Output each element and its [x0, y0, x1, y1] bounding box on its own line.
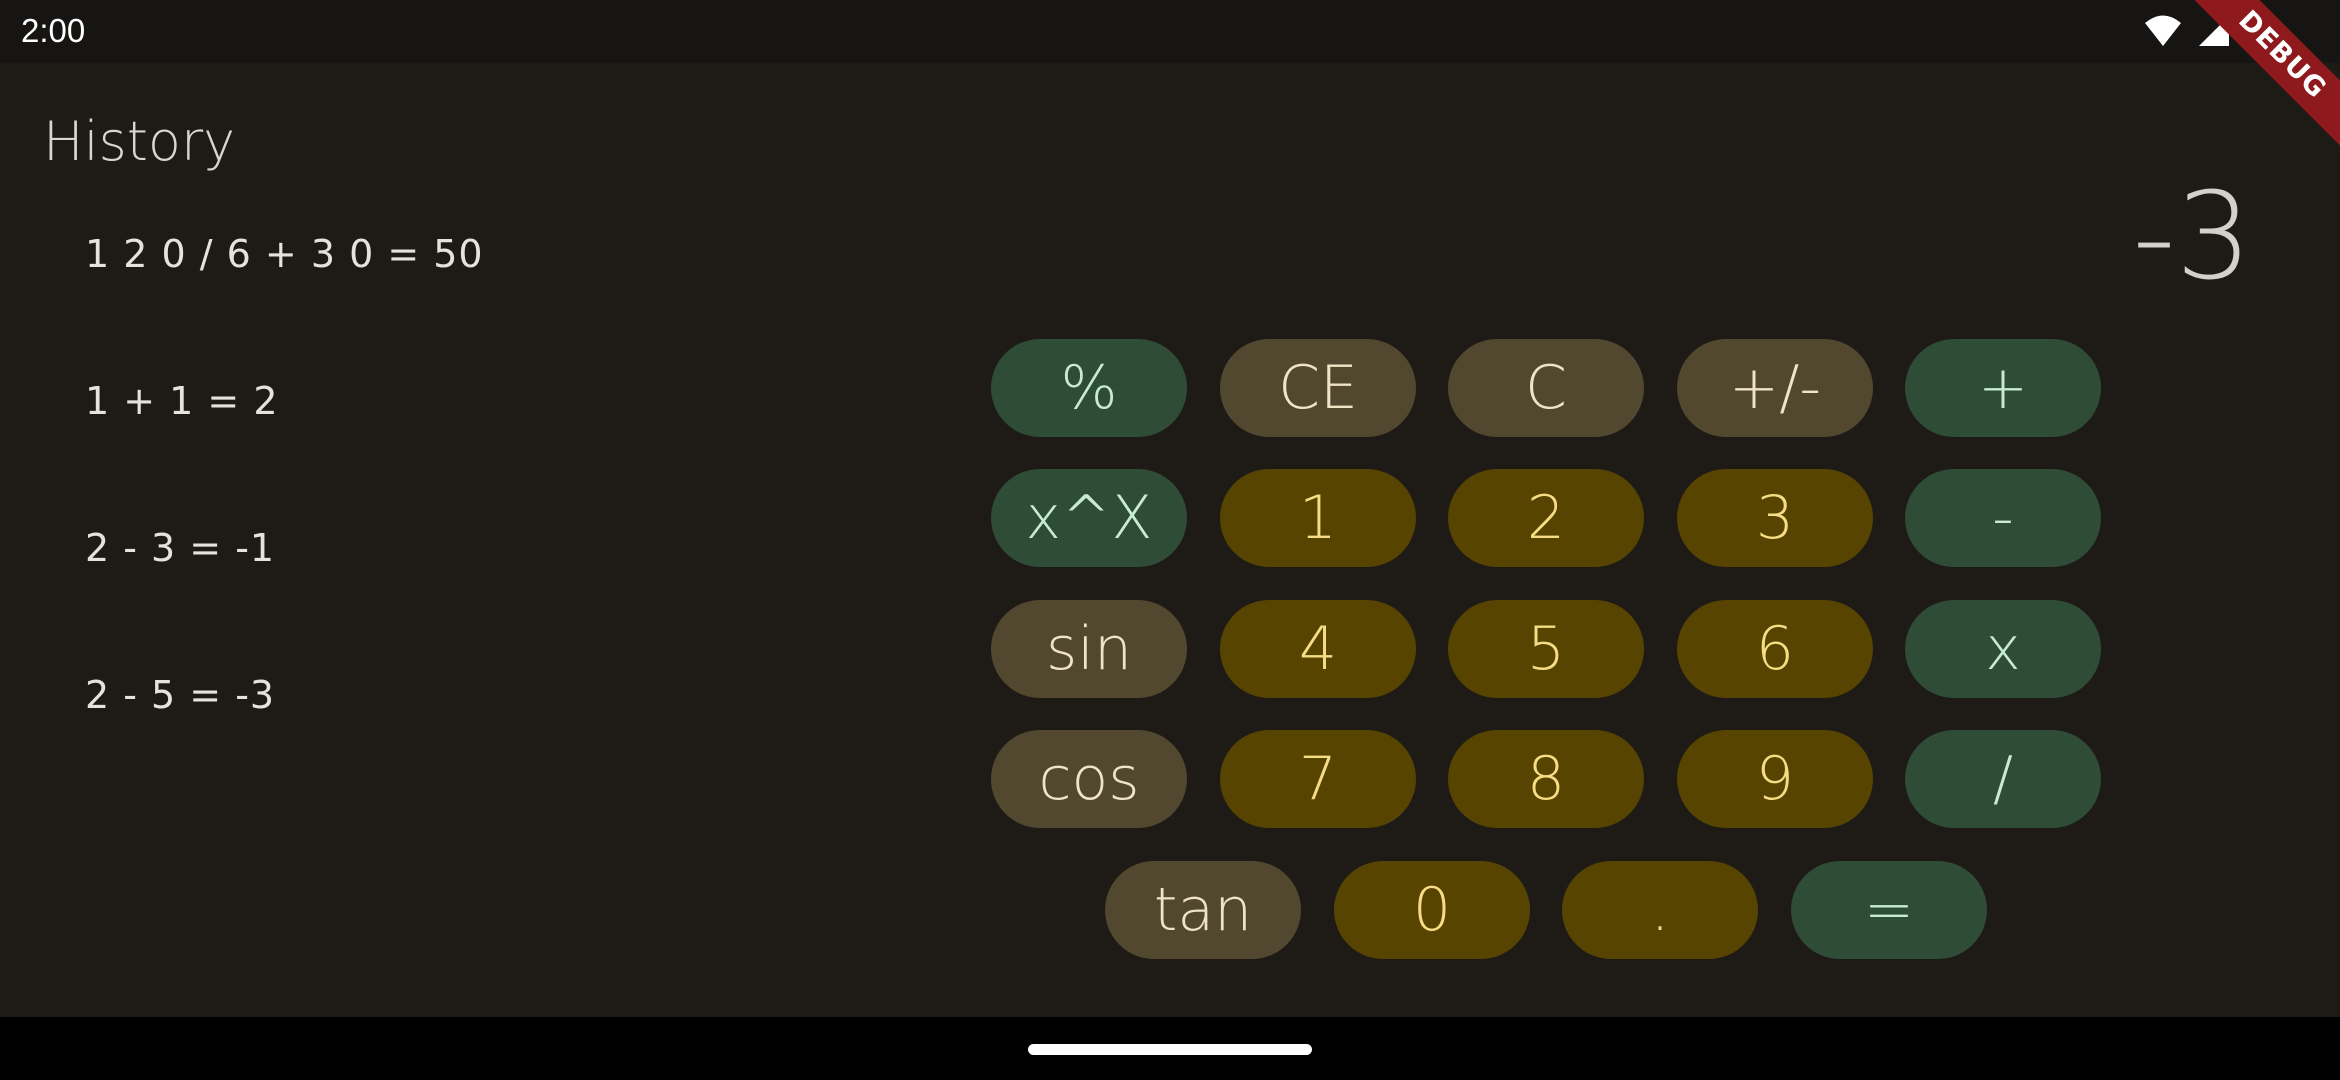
equals-button[interactable]: = [1791, 861, 1987, 959]
digit-0-button[interactable]: 0 [1334, 861, 1530, 959]
result-display: -3 [2132, 168, 2252, 307]
history-item[interactable]: 2 - 3 = -1 [85, 516, 484, 663]
history-item[interactable]: 2 - 5 = -3 [85, 663, 484, 810]
tan-button[interactable]: tan [1105, 861, 1301, 959]
multiply-button[interactable]: x [1905, 600, 2101, 698]
cos-button[interactable]: cos [991, 730, 1187, 828]
sin-button[interactable]: sin [991, 600, 1187, 698]
digit-4-button[interactable]: 4 [1220, 600, 1416, 698]
digit-2-button[interactable]: 2 [1448, 469, 1644, 567]
wifi-icon [2143, 14, 2183, 48]
subtract-button[interactable]: - [1905, 469, 2101, 567]
clear-entry-button[interactable]: CE [1220, 339, 1416, 437]
decimal-button[interactable]: . [1562, 861, 1758, 959]
digit-7-button[interactable]: 7 [1220, 730, 1416, 828]
clear-button[interactable]: C [1448, 339, 1644, 437]
power-button[interactable]: x^X [991, 469, 1187, 567]
history-list: 1 2 0 / 6 + 3 0 = 50 1 + 1 = 2 2 - 3 = -… [85, 222, 484, 810]
digit-5-button[interactable]: 5 [1448, 600, 1644, 698]
digit-1-button[interactable]: 1 [1220, 469, 1416, 567]
digit-3-button[interactable]: 3 [1677, 469, 1873, 567]
divide-button[interactable]: / [1905, 730, 2101, 828]
status-time: 2:00 [21, 12, 86, 49]
digit-8-button[interactable]: 8 [1448, 730, 1644, 828]
home-gesture-handle[interactable] [1028, 1044, 1312, 1055]
history-item[interactable]: 1 2 0 / 6 + 3 0 = 50 [85, 222, 484, 369]
history-item[interactable]: 1 + 1 = 2 [85, 369, 484, 516]
digit-9-button[interactable]: 9 [1677, 730, 1873, 828]
status-bar: 2:00 [0, 0, 2340, 63]
percent-button[interactable]: % [991, 339, 1187, 437]
navigation-bar [0, 1017, 2340, 1080]
add-button[interactable]: + [1905, 339, 2101, 437]
negate-button[interactable]: +/- [1677, 339, 1873, 437]
digit-6-button[interactable]: 6 [1677, 600, 1873, 698]
history-title: History [43, 110, 236, 173]
